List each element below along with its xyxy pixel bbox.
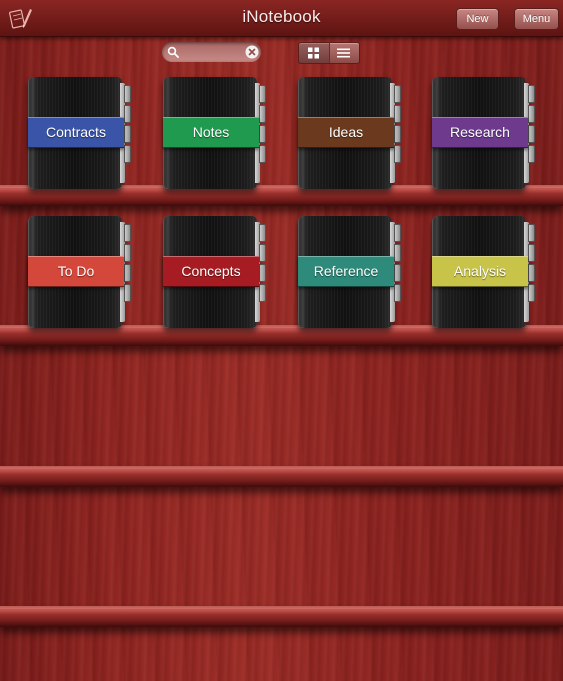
- notebook-label: Notes: [163, 117, 259, 148]
- clear-search-icon[interactable]: [245, 45, 259, 59]
- notebook-tab: [394, 264, 401, 282]
- notebook-tab: [124, 85, 131, 103]
- notebook-label: To Do: [28, 256, 124, 287]
- notebook-tabs: [394, 77, 401, 189]
- list-icon: [337, 48, 350, 58]
- notebook-tab: [528, 85, 535, 103]
- notebook-tab: [259, 145, 266, 163]
- notebook-tab: [259, 85, 266, 103]
- top-bar: iNotebook New Menu: [0, 0, 563, 37]
- notebook-label: Concepts: [163, 256, 259, 287]
- notebook-tab: [124, 244, 131, 262]
- notebook-tab: [259, 125, 266, 143]
- notebook-tab: [259, 244, 266, 262]
- bookshelf-row-4: [0, 606, 563, 627]
- list-view-button[interactable]: [329, 43, 359, 63]
- grid-view-button[interactable]: [299, 43, 330, 63]
- notebook-contracts[interactable]: Contracts: [28, 77, 131, 189]
- notebook-label: Analysis: [432, 256, 528, 287]
- notebook-concepts[interactable]: Concepts: [163, 216, 266, 328]
- notebook-tab: [259, 224, 266, 242]
- notebook-tab: [394, 244, 401, 262]
- notebook-tabs: [528, 216, 535, 328]
- notebook-tab: [528, 125, 535, 143]
- notebook-tab: [528, 244, 535, 262]
- notebook-tabs: [124, 216, 131, 328]
- notebook-tabs: [259, 216, 266, 328]
- notebook-tab: [394, 145, 401, 163]
- notebook-tab: [528, 224, 535, 242]
- search-field[interactable]: [162, 42, 261, 62]
- notebook-tab: [394, 125, 401, 143]
- notebook-analysis[interactable]: Analysis: [432, 216, 535, 328]
- notebook-tabs: [394, 216, 401, 328]
- search-input[interactable]: [182, 44, 244, 60]
- notebook-label: Research: [432, 117, 528, 148]
- notebook-tab: [259, 264, 266, 282]
- notebook-research[interactable]: Research: [432, 77, 535, 189]
- search-icon: [167, 46, 179, 58]
- notebook-tab: [124, 224, 131, 242]
- notebook-tab: [259, 284, 266, 302]
- notebook-notes[interactable]: Notes: [163, 77, 266, 189]
- notebook-tab: [528, 105, 535, 123]
- notebook-tab: [259, 105, 266, 123]
- notebook-tab: [124, 105, 131, 123]
- notebook-tabs: [259, 77, 266, 189]
- notebook-tab: [528, 145, 535, 163]
- notebook-tab: [124, 284, 131, 302]
- bookshelf-row-3: [0, 466, 563, 487]
- notebook-tab: [394, 105, 401, 123]
- notebook-tab: [394, 85, 401, 103]
- new-button[interactable]: New: [456, 8, 499, 30]
- notebook-tab: [124, 125, 131, 143]
- notebook-tabs: [124, 77, 131, 189]
- view-toggle: [298, 42, 360, 64]
- notebook-label: Ideas: [298, 117, 394, 148]
- notebook-tab: [528, 284, 535, 302]
- notebook-tab: [394, 284, 401, 302]
- notebook-to-do[interactable]: To Do: [28, 216, 131, 328]
- notebook-tab: [528, 264, 535, 282]
- notebook-tabs: [528, 77, 535, 189]
- grid-icon: [308, 47, 319, 59]
- notebook-tab: [124, 264, 131, 282]
- notebook-tab: [394, 224, 401, 242]
- notebook-label: Contracts: [28, 117, 124, 148]
- menu-button[interactable]: Menu: [514, 8, 559, 30]
- notebook-reference[interactable]: Reference: [298, 216, 401, 328]
- notebook-ideas[interactable]: Ideas: [298, 77, 401, 189]
- bookshelf-row-2: [0, 325, 563, 346]
- notebook-tab: [124, 145, 131, 163]
- notebook-label: Reference: [298, 256, 394, 287]
